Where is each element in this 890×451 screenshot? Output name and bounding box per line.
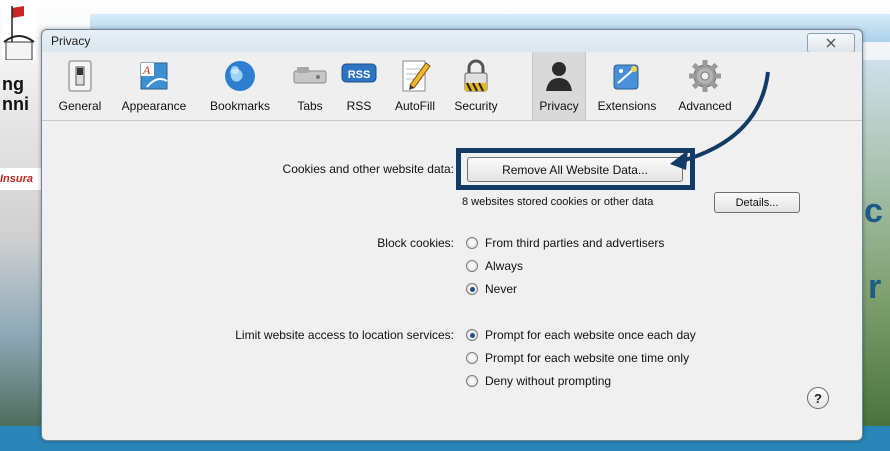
block-cookies-label: Block cookies: xyxy=(377,236,454,250)
pencil-icon xyxy=(402,60,431,92)
radio-button[interactable] xyxy=(466,237,478,249)
tab-appearance-label: Appearance xyxy=(121,99,187,113)
rss-icon: RSS xyxy=(341,63,377,83)
radio-label: From third parties and advertisers xyxy=(485,236,665,250)
tab-appearance[interactable]: A Appearance xyxy=(114,52,194,120)
lock-icon xyxy=(464,59,488,92)
window-title: Privacy xyxy=(51,34,91,48)
tab-general-label: General xyxy=(58,99,102,113)
tab-security-label: Security xyxy=(454,99,498,113)
radio-button[interactable] xyxy=(466,260,478,272)
radio-label: Deny without prompting xyxy=(485,374,612,388)
font-icon: A xyxy=(140,62,168,90)
tab-privacy-label: Privacy xyxy=(539,99,579,113)
webpage-left-strip: ng nni Insura xyxy=(0,60,42,451)
tab-rss[interactable]: RSS RSS xyxy=(338,52,380,120)
location-services-label: Limit website access to location service… xyxy=(235,328,454,342)
tab-autofill[interactable]: AutoFill xyxy=(386,52,444,120)
cookies-label: Cookies and other website data: xyxy=(282,162,454,176)
location-prompt-daily-radio[interactable]: Prompt for each website once each day xyxy=(466,328,696,342)
svg-text:A: A xyxy=(142,63,151,77)
radio-button-selected[interactable] xyxy=(466,283,478,295)
radio-button[interactable] xyxy=(466,352,478,364)
block-cookies-third-party-radio[interactable]: From third parties and advertisers xyxy=(466,236,664,250)
webpage-right-text-2: r xyxy=(868,268,882,306)
flag-logo-icon xyxy=(2,2,36,60)
radio-button[interactable] xyxy=(466,375,478,387)
tab-bookmarks-label: Bookmarks xyxy=(209,99,271,113)
webpage-right-text-1: c xyxy=(864,192,883,230)
radio-label: Always xyxy=(485,259,524,273)
radio-button-selected[interactable] xyxy=(466,329,478,341)
tabs-icon xyxy=(293,67,327,84)
switch-icon xyxy=(68,60,92,92)
block-cookies-always-radio[interactable]: Always xyxy=(466,259,523,273)
radio-label: Never xyxy=(485,282,518,296)
tab-security[interactable]: Security xyxy=(448,52,504,120)
radio-label: Prompt for each website once each day xyxy=(485,328,696,342)
radio-label: Prompt for each website one time only xyxy=(485,351,690,365)
webpage-left-text: ng nni xyxy=(2,74,29,114)
tab-privacy[interactable]: Privacy xyxy=(532,52,586,120)
person-icon xyxy=(546,62,572,91)
tab-tabs-label: Tabs xyxy=(297,99,323,113)
details-button[interactable]: Details... xyxy=(714,192,800,213)
block-cookies-never-radio[interactable]: Never xyxy=(466,282,517,296)
tab-rss-label: RSS xyxy=(346,99,372,113)
annotation-arrow-icon xyxy=(670,71,770,170)
tab-tabs[interactable]: Tabs xyxy=(288,52,332,120)
cookies-status-text: 8 websites stored cookies or other data xyxy=(462,196,654,208)
location-deny-radio[interactable]: Deny without prompting xyxy=(466,374,611,388)
webpage-left-banner: Insura xyxy=(0,168,42,190)
close-icon xyxy=(826,38,836,48)
close-button[interactable] xyxy=(807,33,855,53)
rss-badge-text: RSS xyxy=(348,69,371,81)
tab-bookmarks[interactable]: Bookmarks xyxy=(202,52,278,120)
location-prompt-once-radio[interactable]: Prompt for each website one time only xyxy=(466,351,689,365)
tab-autofill-label: AutoFill xyxy=(394,99,435,113)
globe-icon xyxy=(225,61,255,91)
webpage-right-strip: c r xyxy=(862,60,890,451)
title-bar: Privacy xyxy=(42,30,862,53)
tab-general[interactable]: General xyxy=(54,52,106,120)
help-button[interactable]: ? xyxy=(807,387,829,409)
